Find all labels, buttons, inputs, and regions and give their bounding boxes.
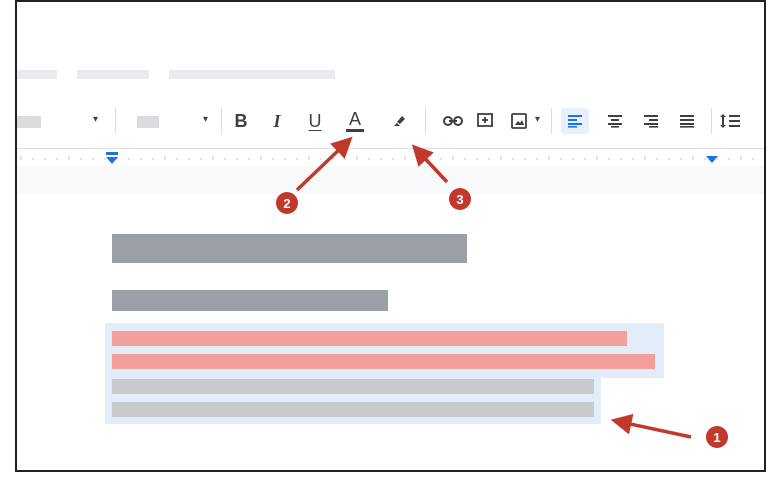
text-color-letter: A (348, 109, 361, 129)
highlighter-icon (394, 116, 405, 126)
font-dropdown-caret[interactable]: ▾ (203, 114, 208, 125)
line-spacing-icon (720, 114, 740, 128)
right-indent-marker-icon[interactable] (705, 155, 719, 165)
align-right-icon (644, 115, 658, 128)
callout-badge-3: 3 (449, 188, 471, 210)
toolbar-separator (551, 108, 552, 134)
left-indent-marker-icon[interactable] (105, 152, 119, 166)
add-comment-icon (477, 113, 493, 127)
ruler-ticks (20, 156, 754, 160)
justify-button[interactable] (675, 108, 699, 134)
style-dropdown-caret[interactable]: ▾ (93, 114, 98, 125)
align-center-button[interactable] (603, 108, 627, 134)
ruler[interactable] (17, 148, 764, 167)
toolbar-separator (221, 108, 222, 134)
highlighted-line[interactable] (112, 354, 655, 369)
toolbar-separator (425, 108, 426, 134)
menu-item-placeholder[interactable] (77, 70, 149, 79)
link-icon (443, 116, 463, 126)
bold-button[interactable]: B (229, 108, 253, 134)
menu-item-placeholder[interactable] (17, 70, 57, 79)
body-text-line[interactable] (112, 402, 594, 417)
text-color-button[interactable]: A (343, 108, 367, 134)
insert-image-button[interactable] (507, 108, 531, 134)
underline-button[interactable]: U (303, 108, 327, 134)
subheading-placeholder[interactable] (112, 290, 388, 311)
add-comment-button[interactable] (473, 108, 497, 134)
toolbar-separator (115, 108, 116, 134)
align-right-button[interactable] (639, 108, 663, 134)
text-color-swatch (346, 129, 364, 132)
font-size-placeholder[interactable] (137, 116, 159, 128)
italic-button[interactable]: I (265, 108, 289, 134)
screenshot-frame: ▾ ▾ B I U A ▾ 2 3 1 (15, 0, 766, 472)
highlighted-line[interactable] (112, 331, 627, 346)
justify-icon (680, 115, 694, 128)
insert-link-button[interactable] (441, 108, 465, 134)
menu-item-placeholder[interactable] (169, 70, 335, 79)
callout-badge-1: 1 (706, 426, 728, 448)
align-center-icon (608, 115, 622, 128)
toolbar-separator (711, 108, 712, 134)
align-left-button[interactable] (561, 108, 589, 134)
heading-placeholder[interactable] (112, 234, 467, 263)
ruler-gutter (17, 166, 764, 195)
body-text-line[interactable] (112, 379, 594, 394)
line-spacing-button[interactable] (717, 108, 743, 134)
menu-bar (17, 2, 764, 94)
insert-image-icon (511, 113, 527, 129)
callout-badge-2: 2 (276, 192, 298, 214)
image-dropdown-caret[interactable]: ▾ (535, 114, 540, 125)
align-left-icon (568, 115, 582, 128)
style-select-placeholder[interactable] (17, 116, 41, 128)
highlight-color-button[interactable] (387, 108, 411, 134)
